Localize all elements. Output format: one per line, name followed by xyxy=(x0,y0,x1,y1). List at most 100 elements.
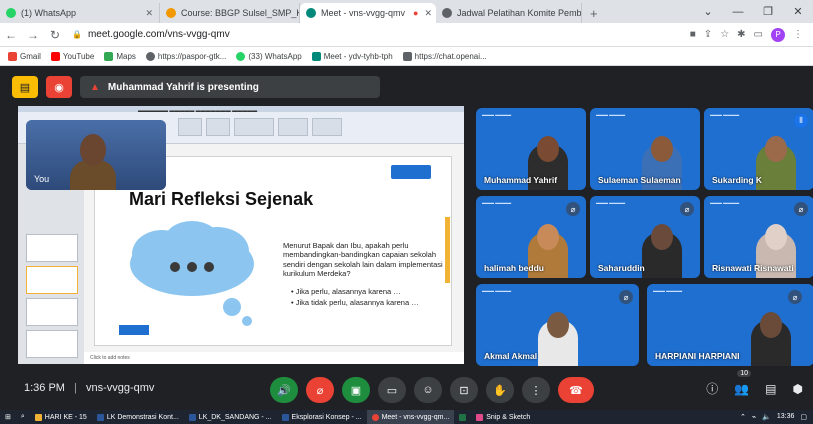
layout-button[interactable]: ▤ xyxy=(12,76,38,98)
clock[interactable]: 13:36 xyxy=(777,413,795,421)
stop-button[interactable]: ◉ xyxy=(46,76,72,98)
windows-taskbar: ⊞ ⌕ HARI KE - 15 LK Demonstrasi Kont... … xyxy=(0,410,813,424)
mic-button[interactable]: ⌀ xyxy=(306,377,334,403)
meet-icon xyxy=(306,8,316,18)
search-button[interactable]: ⌕ xyxy=(16,410,30,424)
gmail-icon xyxy=(8,51,17,61)
camera-icon[interactable]: ■ xyxy=(690,29,696,40)
puzzle-icon[interactable]: ✱ xyxy=(737,29,745,40)
profile-avatar[interactable]: P xyxy=(771,27,785,42)
forward-icon[interactable]: → xyxy=(22,28,44,42)
camera-button[interactable]: ▣ xyxy=(342,377,370,403)
participant-tile[interactable]: ▬▬▬ ▬▬▬▬ ⦀ Sukarding K xyxy=(704,108,813,190)
slide-thumbnail[interactable] xyxy=(26,330,78,358)
slide-thumbnail[interactable] xyxy=(26,234,78,262)
camera-icon: ▣ xyxy=(350,384,362,397)
participant-tile[interactable]: ▬▬▬ ▬▬▬▬ ⌀ HARPIANI HARPIANI xyxy=(647,284,813,366)
participant-tile[interactable]: ▬▬▬ ▬▬▬▬ Sulaeman Sulaeman xyxy=(590,108,700,190)
reload-icon[interactable]: ↻ xyxy=(44,28,66,42)
captions-button[interactable]: ▭ xyxy=(378,377,406,403)
phone-hangup-icon: ☎ xyxy=(569,384,583,397)
present-button[interactable]: ⊡ xyxy=(450,377,478,403)
bookmark-whatsapp[interactable]: (33) WhatsApp xyxy=(236,51,302,61)
notes-pane[interactable]: Click to add notes xyxy=(84,352,464,364)
url-field[interactable]: 🔒 meet.google.com/vns-vvgg-qmv xyxy=(72,26,690,44)
ribbon-tools xyxy=(178,118,378,138)
speaker-button[interactable]: 🔊 xyxy=(270,377,298,403)
more-options-button[interactable]: ⋮ xyxy=(522,377,550,403)
bookmark-label: Gmail xyxy=(20,51,41,61)
taskbar-item[interactable]: LK_DK_SANDANG - ... xyxy=(184,410,277,424)
bookmark-meet[interactable]: Meet - ydv-tyhb-tph xyxy=(311,51,393,61)
extensions-area: ■ ⇪ ☆ ✱ ▭ P ⋮ xyxy=(690,27,803,42)
slide-question: Menurut Bapak dan Ibu, apakah perlu memb… xyxy=(283,241,443,279)
taskbar-item[interactable]: Snip & Sketch xyxy=(471,410,535,424)
sidebar-icon[interactable]: ▭ xyxy=(754,29,763,40)
meeting-info: 1:36 PM | vns-vvgg-qmv xyxy=(24,382,155,394)
taskbar-item[interactable]: Eksplorasi Konsep - ... xyxy=(277,410,367,424)
taskbar-item[interactable]: LK Demonstrasi Kont... xyxy=(92,410,184,424)
bookmark-youtube[interactable]: YouTube xyxy=(50,51,94,61)
participant-tile[interactable]: ▬▬▬ ▬▬▬▬ ⌀ halimah beddu xyxy=(476,196,586,278)
minimize-icon[interactable]: — xyxy=(723,6,753,18)
taskbar-item[interactable] xyxy=(454,410,471,424)
cloud-thought-icon xyxy=(130,221,254,326)
url-text: meet.google.com/vns-vvgg-qmv xyxy=(87,29,230,40)
participant-avatar xyxy=(537,224,559,250)
raise-hand-button[interactable]: ✋ xyxy=(486,377,514,403)
self-view-tile[interactable]: You xyxy=(26,120,166,190)
people-icon[interactable]: 👥 xyxy=(734,382,749,396)
back-icon[interactable]: ← xyxy=(0,28,22,42)
participant-tile[interactable]: ▬▬▬ ▬▬▬▬ ⌀ Akmal Akmal xyxy=(476,284,639,366)
share-icon[interactable]: ⇪ xyxy=(704,29,712,40)
tab-whatsapp[interactable]: (1) WhatsApp ✕ xyxy=(0,3,160,23)
tile-header: ▬▬▬ ▬▬▬▬ xyxy=(653,288,683,293)
self-avatar xyxy=(80,134,106,166)
presenting-banner: ▲ Muhammad Yahrif is presenting xyxy=(80,76,380,98)
bookmark-paspor[interactable]: https://paspor-gtk... xyxy=(145,51,226,61)
participant-name: halimah beddu xyxy=(484,263,544,273)
close-window-icon[interactable]: ✕ xyxy=(783,5,813,18)
bookmark-maps[interactable]: Maps xyxy=(104,51,136,61)
participant-tile[interactable]: ▬▬▬ ▬▬▬▬ ⌀ Risnawati Risnawati xyxy=(704,196,813,278)
menu-icon[interactable]: ⋮ xyxy=(793,29,803,40)
tab-jadwal[interactable]: Jadwal Pelatihan Komite Pembel ✕ xyxy=(436,3,582,23)
participant-avatar xyxy=(547,312,569,338)
restore-icon[interactable]: ❐ xyxy=(753,5,783,18)
star-icon[interactable]: ☆ xyxy=(720,29,729,40)
presenting-label: Muhammad Yahrif is presenting xyxy=(107,81,259,93)
taskbar-item[interactable]: HARI KE - 15 xyxy=(30,410,92,424)
tab-course[interactable]: Course: BBGP Sulsel_SMP_Kelas_ ✕ xyxy=(160,3,300,23)
volume-icon[interactable]: 🔈 xyxy=(762,413,771,421)
side-controls: ⓘ 👥 ▤ ⬢ xyxy=(706,380,803,397)
slide-thumbnail[interactable] xyxy=(26,266,78,294)
leave-call-button[interactable]: ☎ xyxy=(558,377,594,403)
participant-avatar xyxy=(765,136,787,162)
emoji-button[interactable]: ☺ xyxy=(414,377,442,403)
activities-icon[interactable]: ⬢ xyxy=(793,382,803,396)
mic-off-icon: ⌀ xyxy=(316,384,324,397)
chevron-down-icon[interactable]: ⌄ xyxy=(693,5,723,18)
network-icon[interactable]: ⌁ xyxy=(752,413,756,421)
slide-thumbnail[interactable] xyxy=(26,298,78,326)
bookmark-chat[interactable]: https://chat.openai... xyxy=(402,51,487,61)
notification-icon[interactable]: ▢ xyxy=(800,413,807,421)
chevron-up-icon[interactable]: ⌃ xyxy=(740,413,746,421)
participant-tile[interactable]: ▬▬▬ ▬▬▬▬ ⌀ Saharuddin xyxy=(590,196,700,278)
whatsapp-icon xyxy=(6,8,16,18)
chrome-icon xyxy=(371,413,379,421)
taskbar-item-active[interactable]: Meet - vns-vvgg-qm... xyxy=(366,410,455,424)
chat-icon[interactable]: ▤ xyxy=(765,382,776,396)
start-button[interactable]: ⊞ xyxy=(0,410,16,424)
emoji-icon: ☺ xyxy=(422,384,434,396)
participant-tile[interactable]: ▬▬▬ ▬▬▬▬ Muhammad Yahrif xyxy=(476,108,586,190)
word-icon xyxy=(188,413,196,421)
info-icon[interactable]: ⓘ xyxy=(706,380,718,397)
new-tab-button[interactable]: + xyxy=(582,3,606,23)
participant-name: Sulaeman Sulaeman xyxy=(598,175,681,185)
close-icon[interactable]: ✕ xyxy=(139,8,153,19)
tab-meet[interactable]: Meet - vns-vvgg-qmv ● ✕ xyxy=(300,3,436,23)
bookmark-gmail[interactable]: Gmail xyxy=(8,51,41,61)
close-icon[interactable]: ✕ xyxy=(418,8,432,19)
taskbar-label: Eksplorasi Konsep - ... xyxy=(291,413,362,421)
